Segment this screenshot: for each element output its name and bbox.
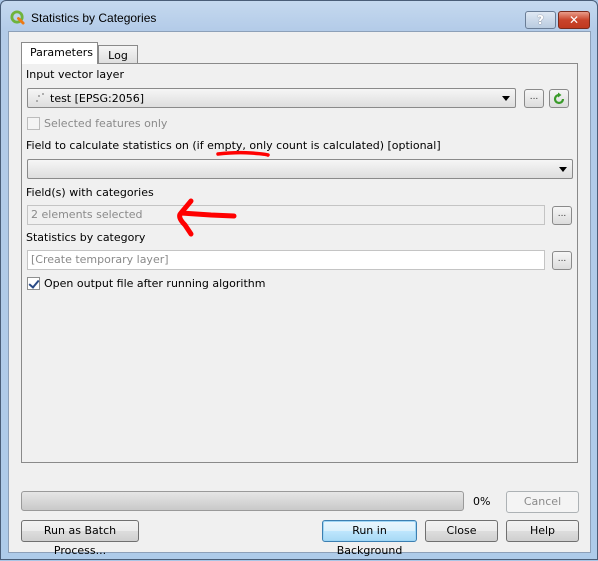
input-layer-label: Input vector layer — [26, 68, 124, 81]
iterate-refresh-icon — [553, 92, 565, 105]
open-output-checkbox[interactable] — [27, 277, 40, 290]
field-label: Field to calculate statistics on (if emp… — [26, 139, 441, 152]
input-layer-browse-button[interactable]: ... — [524, 89, 544, 108]
tab-log[interactable]: Log — [98, 45, 138, 65]
output-label: Statistics by category — [26, 231, 146, 244]
categories-browse-button[interactable]: ... — [552, 206, 572, 225]
open-output-label: Open output file after running algorithm — [44, 277, 266, 290]
dialog-client-area: Parameters Log Input vector layer test [… — [8, 31, 591, 557]
window-title: Statistics by Categories — [31, 11, 157, 25]
field-combo[interactable] — [27, 159, 573, 179]
chevron-down-icon — [502, 96, 510, 101]
parameters-panel: Input vector layer test [EPSG:2056] ... … — [21, 63, 578, 463]
categories-field[interactable]: 2 elements selected — [27, 205, 545, 225]
progress-percent: 0% — [473, 495, 491, 508]
progress-bar — [21, 491, 464, 511]
input-layer-value: test [EPSG:2056] — [50, 92, 144, 105]
tab-parameters[interactable]: Parameters — [21, 42, 98, 64]
selected-features-only-label: Selected features only — [44, 117, 168, 130]
run-batch-button[interactable]: Run as Batch Process... — [21, 520, 139, 557]
chevron-down-icon — [559, 167, 567, 172]
point-layer-icon — [36, 93, 44, 102]
help-caption-button[interactable]: ? — [525, 11, 556, 29]
selected-features-only-checkbox[interactable] — [27, 117, 40, 130]
close-window-button[interactable]: ✕ — [558, 11, 590, 29]
cancel-button[interactable]: Cancel — [506, 491, 579, 513]
run-in-background-button[interactable]: Run in Background — [322, 520, 417, 557]
output-layer-field[interactable]: [Create temporary layer] — [27, 250, 545, 270]
input-layer-combo[interactable]: test [EPSG:2056] — [27, 88, 516, 108]
qgis-logo-icon — [10, 10, 25, 25]
output-browse-button[interactable]: ... — [552, 251, 572, 270]
dialog-window: Statistics by Categories ? ✕ Parameters … — [0, 0, 598, 560]
close-button[interactable]: Close — [425, 520, 498, 542]
categories-label: Field(s) with categories — [26, 186, 154, 199]
help-button[interactable]: Help — [506, 520, 579, 542]
iterate-button[interactable] — [549, 89, 569, 108]
